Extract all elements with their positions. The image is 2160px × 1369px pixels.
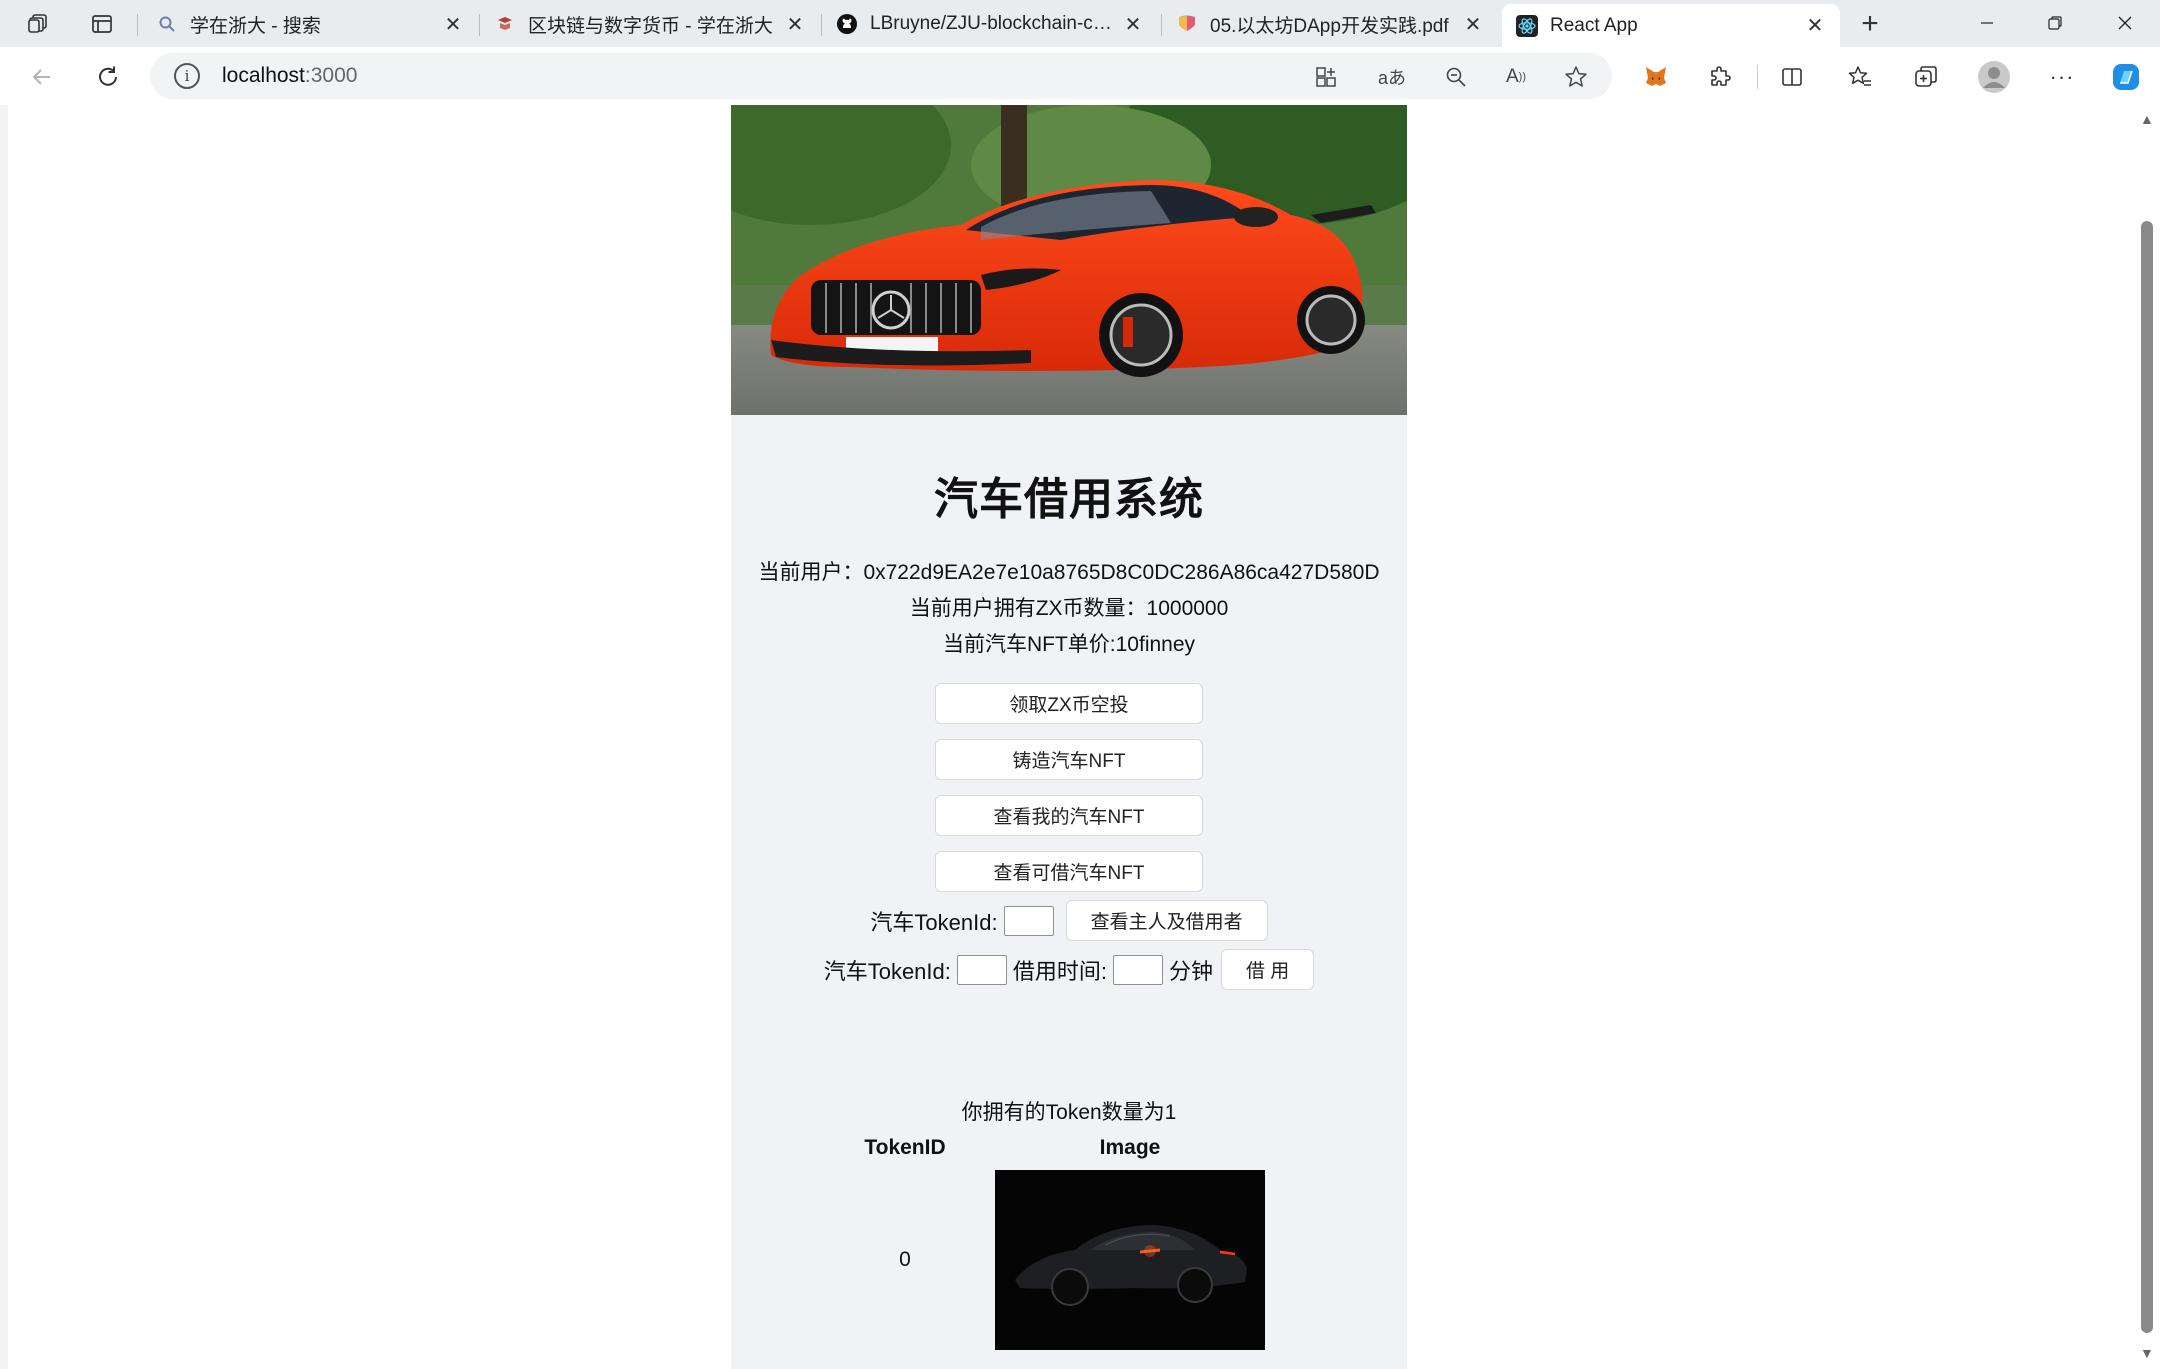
pdf-icon <box>1176 13 1198 35</box>
github-icon <box>836 13 858 35</box>
tab-search[interactable]: 学在浙大 - 搜索 ✕ <box>142 4 478 44</box>
minimize-icon[interactable] <box>1954 0 2020 46</box>
extensions-icon[interactable] <box>1700 57 1740 97</box>
translate-icon[interactable]: aあ <box>1376 61 1408 93</box>
close-icon[interactable]: ✕ <box>1804 13 1826 38</box>
close-icon[interactable]: ✕ <box>442 12 464 37</box>
split-screen-icon[interactable] <box>1772 57 1812 97</box>
token-table: TokenID Image 0 <box>815 1136 1265 1350</box>
token-image-cell <box>995 1170 1265 1350</box>
nft-car-image <box>995 1170 1265 1350</box>
page-viewport: 汽车借用系统 当前用户：0x722d9EA2e7e10a8765D8C0DC28… <box>8 105 2132 1369</box>
tab-strip: 学在浙大 - 搜索 ✕ 区块链与数字货币 - 学在浙大 ✕ LBruyne/ZJ… <box>0 0 2160 47</box>
action-buttons: 领取ZX币空投 铸造汽车NFT 查看我的汽车NFT 查看可借汽车NFT <box>731 683 1407 892</box>
token-id-label: 汽车TokenId: <box>823 958 951 984</box>
view-available-nft-button[interactable]: 查看可借汽车NFT <box>935 851 1203 892</box>
profile-avatar-icon[interactable] <box>1974 57 2014 97</box>
table-header-image: Image <box>1099 1136 1161 1159</box>
tab-label: 学在浙大 - 搜索 <box>190 15 321 37</box>
close-window-icon[interactable] <box>2092 0 2158 46</box>
workspaces-icon[interactable] <box>18 8 58 40</box>
back-icon[interactable] <box>22 57 62 97</box>
main-content: 汽车借用系统 当前用户：0x722d9EA2e7e10a8765D8C0DC28… <box>731 463 1407 1350</box>
browser-toolbar: i localhost:3000 aあ A)) ··· <box>0 47 2160 105</box>
copilot-icon[interactable] <box>2106 57 2146 97</box>
metamask-icon[interactable] <box>1636 57 1676 97</box>
current-user-text: 当前用户：0x722d9EA2e7e10a8765D8C0DC286A86ca4… <box>758 561 1380 584</box>
borrow-time-input[interactable] <box>1113 954 1163 985</box>
view-my-nft-button[interactable]: 查看我的汽车NFT <box>935 795 1203 836</box>
token-id-label: 汽车TokenId: <box>870 909 998 935</box>
tab-actions-icon[interactable] <box>82 8 122 40</box>
page-title: 汽车借用系统 <box>934 475 1204 524</box>
minutes-label: 分钟 <box>1169 958 1214 984</box>
table-header-tokenid: TokenID <box>864 1136 946 1159</box>
more-menu-icon[interactable]: ··· <box>2042 57 2082 97</box>
zx-balance-text: 当前用户拥有ZX币数量：1000000 <box>909 597 1229 620</box>
tab-label: 05.以太坊DApp开发实践.pdf <box>1210 15 1449 37</box>
mint-nft-button[interactable]: 铸造汽车NFT <box>935 739 1203 780</box>
borrow-button[interactable]: 借 用 <box>1221 949 1315 990</box>
close-icon[interactable]: ✕ <box>784 12 806 37</box>
tab-pdf[interactable]: 05.以太坊DApp开发实践.pdf ✕ <box>1162 4 1498 44</box>
read-aloud-icon[interactable]: A)) <box>1500 61 1532 93</box>
tab-react-app[interactable]: React App ✕ <box>1502 4 1840 47</box>
query-owner-button[interactable]: 查看主人及借用者 <box>1065 900 1268 941</box>
tab-github[interactable]: LBruyne/ZJU-blockchain-course ✕ <box>822 4 1158 44</box>
page-scrollbar[interactable]: ▲ ▼ <box>2132 105 2160 1369</box>
refresh-icon[interactable] <box>88 57 128 97</box>
scroll-down-icon[interactable]: ▼ <box>2140 1345 2154 1361</box>
airdrop-button[interactable]: 领取ZX币空投 <box>935 683 1203 724</box>
site-info-icon[interactable]: i <box>174 63 200 89</box>
react-icon <box>1516 14 1538 37</box>
apps-icon[interactable] <box>1310 61 1342 93</box>
scroll-thumb[interactable] <box>2141 221 2153 1333</box>
tab-label: LBruyne/ZJU-blockchain-course <box>870 13 1122 34</box>
hero-car-image <box>731 105 1407 415</box>
favorites-icon[interactable] <box>1840 57 1880 97</box>
token-count-text: 你拥有的Token数量为1 <box>961 1101 1177 1124</box>
scroll-up-icon[interactable]: ▲ <box>2140 111 2154 127</box>
borrow-token-id-input[interactable] <box>956 954 1007 985</box>
table-row: 0 <box>815 1170 1265 1350</box>
close-icon[interactable]: ✕ <box>1122 12 1144 37</box>
close-icon[interactable]: ✕ <box>1462 12 1484 37</box>
tab-label: 区块链与数字货币 - 学在浙大 <box>528 15 773 37</box>
collections-icon[interactable] <box>1906 57 1946 97</box>
tab-label: React App <box>1550 14 1638 36</box>
search-icon <box>156 13 178 35</box>
url-text: localhost:3000 <box>222 64 358 87</box>
borrow-time-label: 借用时间: <box>1012 958 1107 984</box>
token-section: 你拥有的Token数量为1 TokenID Image 0 <box>731 1098 1407 1350</box>
favorite-star-icon[interactable] <box>1560 61 1592 93</box>
token-id-cell: 0 <box>899 1248 911 1271</box>
borrow-row: 汽车TokenId: 借用时间: 分钟 借 用 <box>731 949 1407 990</box>
app-container: 汽车借用系统 当前用户：0x722d9EA2e7e10a8765D8C0DC28… <box>731 105 1407 1369</box>
zoom-out-icon[interactable] <box>1440 61 1472 93</box>
nft-price-text: 当前汽车NFT单价:10finney <box>942 633 1196 656</box>
address-bar[interactable]: i localhost:3000 aあ A)) <box>150 53 1612 99</box>
tab-course[interactable]: 区块链与数字货币 - 学在浙大 ✕ <box>480 4 820 44</box>
course-icon <box>494 13 516 35</box>
new-tab-icon[interactable]: + <box>1850 7 1890 40</box>
restore-icon[interactable] <box>2022 0 2088 46</box>
query-token-id-input[interactable] <box>1003 905 1054 936</box>
query-owner-row: 汽车TokenId: 查看主人及借用者 <box>731 900 1407 941</box>
